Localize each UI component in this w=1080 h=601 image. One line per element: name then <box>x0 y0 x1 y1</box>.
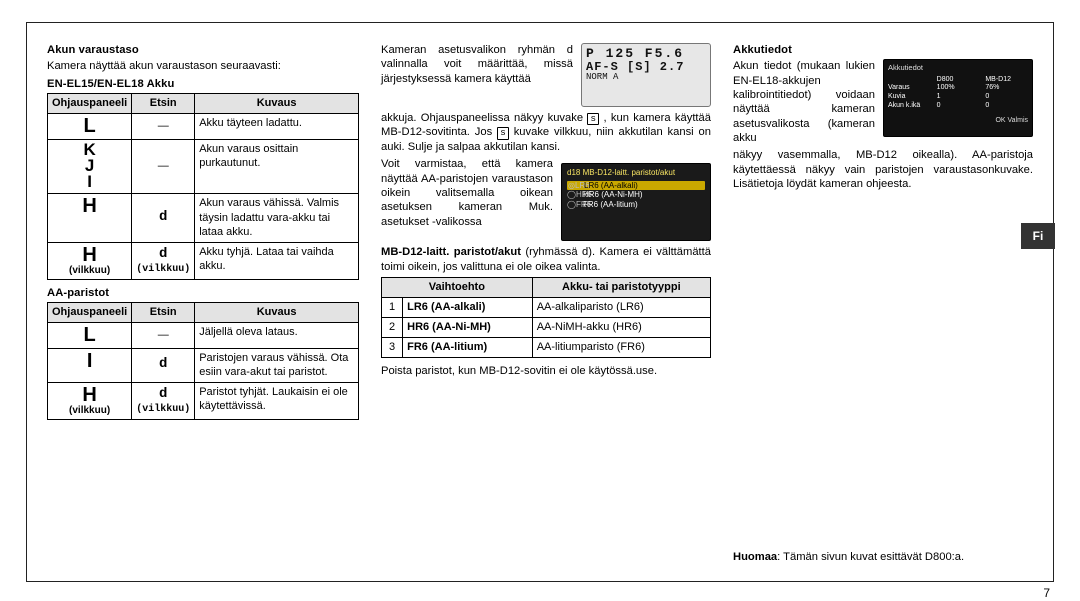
opt-name: FR6 (AA-litium) <box>403 338 533 358</box>
section-heading-en-el: EN-EL15/EN-EL18 Akku <box>47 77 359 91</box>
opt-num: 3 <box>382 338 403 358</box>
akkutiedot-para-2: näkyy vasemmalla, MB-D12 oikealla). AA-p… <box>733 148 1033 191</box>
panel-glyph: L <box>48 323 132 349</box>
lcd-line1: P 125 F5.6 <box>586 47 706 61</box>
panel-glyph: L <box>48 114 132 140</box>
table-row: I d Paristojen varaus vähissä. Ota esiin… <box>48 349 359 383</box>
th-desc: Kuvaus <box>195 93 359 113</box>
finder-glyph: d (vilkkuu) <box>132 383 195 420</box>
language-tab: Fi <box>1021 223 1055 249</box>
lcd-line3: NORM A <box>586 73 706 82</box>
page-frame: Fi Akun varaustaso Kamera näyttää akun v… <box>26 22 1054 582</box>
panel-glyph: I <box>48 349 132 383</box>
menu-title: d18 MB-D12-laitt. paristot/akut <box>567 168 705 178</box>
table-battery-types: Vaihtoehto Akku- tai paristotyyppi 1 LR6… <box>381 277 711 358</box>
opt-num: 2 <box>382 318 403 338</box>
opt-name: LR6 (AA-alkali) <box>403 297 533 317</box>
s-icon: s <box>497 127 509 139</box>
finder-glyph: — <box>132 323 195 349</box>
row-desc: Jäljellä oleva lataus. <box>195 323 359 349</box>
opt-type: AA-litiumparisto (FR6) <box>532 338 710 358</box>
menu-illustration: d18 MB-D12-laitt. paristot/akut ◎LR6LR6 … <box>561 163 711 241</box>
panel-glyph: H <box>48 194 132 242</box>
row-desc: Akun varaus vähissä. Valmis täysin ladat… <box>195 194 359 242</box>
table-en-el: Ohjauspaneeli Etsin Kuvaus L — Akku täyt… <box>47 93 359 280</box>
column-settings: P 125 F5.6 AF-S [S] 2.7 NORM A Kameran a… <box>381 43 711 569</box>
th-desc: Kuvaus <box>195 303 359 323</box>
table-row: 2 HR6 (AA-Ni-MH) AA-NiMH-akku (HR6) <box>382 318 711 338</box>
table-row: L — Jäljellä oleva lataus. <box>48 323 359 349</box>
opt-num: 1 <box>382 297 403 317</box>
table-row: H (vilkkuu) d (vilkkuu) Akku tyhjä. Lata… <box>48 242 359 279</box>
column-battery-level: Akun varaustaso Kamera näyttää akun vara… <box>47 43 359 569</box>
section-heading-battery-level: Akun varaustaso <box>47 43 359 57</box>
th-option: Vaihtoehto <box>382 277 533 297</box>
info-title: Akkutiedot <box>888 63 1028 72</box>
th-finder: Etsin <box>132 303 195 323</box>
table-row: L — Akku täyteen ladattu. <box>48 114 359 140</box>
finder-glyph: d (vilkkuu) <box>132 242 195 279</box>
th-panel: Ohjauspaneeli <box>48 303 132 323</box>
table-row: H d Akun varaus vähissä. Valmis täysin l… <box>48 194 359 242</box>
column-battery-info: Akkutiedot Akkutiedot D800 MB-D12 Varaus… <box>733 43 1033 569</box>
th-panel: Ohjauspaneeli <box>48 93 132 113</box>
section-heading-akkutiedot: Akkutiedot <box>733 43 1033 57</box>
battery-level-intro: Kamera näyttää akun varaustason seuraava… <box>47 59 359 73</box>
info-screen-illustration: Akkutiedot D800 MB-D12 Varaus 100% 76% K… <box>883 59 1033 137</box>
panel-glyph: H (vilkkuu) <box>48 383 132 420</box>
finder-glyph: — <box>132 140 195 194</box>
th-finder: Etsin <box>132 93 195 113</box>
panel-glyph: H (vilkkuu) <box>48 242 132 279</box>
lcd-panel-illustration: P 125 F5.6 AF-S [S] 2.7 NORM A <box>581 43 711 107</box>
th-type: Akku- tai paristotyyppi <box>532 277 710 297</box>
s-icon: s <box>587 113 599 125</box>
settings-para-1b: akkuja. Ohjauspaneelissa näkyy kuvake s … <box>381 111 711 154</box>
opt-type: AA-NiMH-akku (HR6) <box>532 318 710 338</box>
finder-glyph: — <box>132 114 195 140</box>
settings-para-3: MB-D12-laitt. paristot/akut (ryhmässä d)… <box>381 245 711 274</box>
table-row: 1 LR6 (AA-alkali) AA-alkaliparisto (LR6) <box>382 297 711 317</box>
table-row: 3 FR6 (AA-litium) AA-litiumparisto (FR6) <box>382 338 711 358</box>
table-aa: Ohjauspaneeli Etsin Kuvaus L — Jäljellä … <box>47 302 359 420</box>
row-desc: Akku tyhjä. Lataa tai vaihda akku. <box>195 242 359 279</box>
row-desc: Akku täyteen ladattu. <box>195 114 359 140</box>
table-row: H (vilkkuu) d (vilkkuu) Paristot tyhjät.… <box>48 383 359 420</box>
section-heading-aa: AA-paristot <box>47 286 359 300</box>
table-row: K J I — Akun varaus osittain purkautunut… <box>48 140 359 194</box>
panel-glyph: K J I <box>48 140 132 194</box>
opt-type: AA-alkaliparisto (LR6) <box>532 297 710 317</box>
row-desc: Akun varaus osittain purkautunut. <box>195 140 359 194</box>
finder-glyph: d <box>132 194 195 242</box>
finder-glyph: d <box>132 349 195 383</box>
opt-name: HR6 (AA-Ni-MH) <box>403 318 533 338</box>
row-desc: Paristot tyhjät. Laukaisin ei ole käytet… <box>195 383 359 420</box>
settings-para-4: Poista paristot, kun MB-D12-sovitin ei o… <box>381 364 711 378</box>
note-huomaa: Huomaa: Tämän sivun kuvat esittävät D800… <box>733 550 1033 564</box>
row-desc: Paristojen varaus vähissä. Ota esiin var… <box>195 349 359 383</box>
